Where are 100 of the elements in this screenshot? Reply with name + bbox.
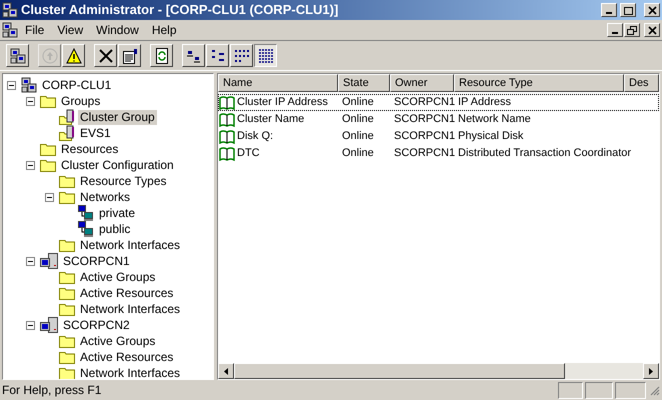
column-header[interactable]: Name (218, 74, 338, 92)
app-icon (2, 2, 18, 18)
tree-item[interactable]: Networks (78, 190, 132, 204)
column-header[interactable]: State (338, 74, 390, 92)
arrow-up-icon (42, 48, 58, 64)
tree-item[interactable]: public (97, 222, 132, 236)
properties-icon (122, 48, 138, 64)
tree-item[interactable]: SCORPCN2 (61, 318, 132, 332)
collapse-icon[interactable] (45, 192, 54, 202)
collapse-icon[interactable] (26, 320, 35, 330)
collapse-icon[interactable] (26, 96, 35, 106)
tree-item[interactable]: SCORPCN1 (61, 254, 132, 268)
status-pane (558, 382, 583, 398)
table-cell-text: Online (342, 112, 374, 128)
delete-icon (98, 48, 114, 64)
collapse-icon[interactable] (7, 80, 16, 90)
folder-icon (59, 334, 75, 348)
refresh-icon (154, 48, 170, 64)
table-row[interactable]: DTC Online SCORPCN1 Distributed Transaction Coordinator (218, 145, 659, 162)
folder-icon (59, 270, 75, 284)
tree-item[interactable]: Cluster Configuration (59, 158, 176, 172)
status-text: For Help, press F1 (2, 382, 102, 399)
column-header[interactable]: Owner (390, 74, 454, 92)
minimize-icon (606, 12, 612, 14)
table-cell-text: Physical Disk (458, 129, 524, 144)
folder-icon (40, 94, 56, 108)
table-cell-text: SCORPCN1 (394, 146, 456, 162)
tree-item[interactable]: EVS1 (78, 126, 113, 140)
folder-icon (59, 366, 75, 379)
tree-item[interactable]: Resources (59, 142, 120, 156)
tree-item[interactable]: Cluster Group (78, 110, 157, 124)
details-icon (258, 48, 274, 64)
collapse-icon[interactable] (26, 256, 35, 266)
network-icon (78, 221, 94, 237)
column-header[interactable]: Des (624, 74, 659, 92)
minimize-button[interactable] (607, 23, 623, 37)
tree-item[interactable]: Active Groups (78, 334, 158, 348)
menu-item[interactable]: Help (146, 21, 183, 39)
table-cell-text: Online (342, 95, 374, 110)
menu-item[interactable]: File (19, 21, 50, 39)
table-cell-text: Online (342, 129, 374, 144)
menu-item[interactable]: Window (90, 21, 145, 39)
table-cell-text: Disk Q: (237, 129, 274, 144)
maximize-button[interactable] (620, 3, 636, 17)
table-cell-text: Network Name (458, 112, 531, 128)
table-cell-text: DTC (237, 146, 260, 162)
table-cell-text: SCORPCN1 (394, 95, 456, 110)
small-icons-icon (210, 48, 226, 64)
status-pane (585, 382, 613, 398)
table-cell-text: Distributed Transaction Coordinator (458, 146, 632, 162)
max-icon (622, 4, 634, 16)
restore-icon (626, 24, 638, 36)
tree-item[interactable]: CORP-CLU1 (40, 78, 114, 92)
scroll-left-icon (224, 368, 228, 374)
folder-icon (59, 238, 75, 252)
tree-item[interactable]: Resource Types (78, 174, 168, 188)
tree-item[interactable]: Network Interfaces (78, 366, 182, 379)
tree-item[interactable]: Groups (59, 94, 102, 108)
horizontal-scrollbar[interactable] (218, 363, 659, 379)
restore-button[interactable] (624, 23, 640, 37)
document-icon (2, 22, 18, 38)
resize-grip-icon[interactable] (648, 384, 660, 396)
close-icon (646, 4, 658, 16)
table-row[interactable]: Cluster IP Address Online SCORPCN1 IP Address (218, 94, 659, 111)
minimize-button[interactable] (601, 3, 617, 17)
folder-icon (59, 174, 75, 188)
tree-item[interactable]: private (97, 206, 138, 220)
column-header[interactable]: Resource Type (454, 74, 624, 92)
table-row[interactable]: Cluster Name Online SCORPCN1 Network Name (218, 111, 659, 128)
tree-item[interactable]: Network Interfaces (78, 238, 182, 252)
window-title: Cluster Administrator - [CORP-CLU1 (CORP-CLU1)] (21, 1, 340, 20)
close-button[interactable] (644, 23, 660, 37)
tree-item[interactable]: Active Resources (78, 286, 176, 300)
table-cell-text: IP Address (458, 95, 511, 110)
table-cell-text: SCORPCN1 (394, 129, 456, 144)
folder-icon (40, 142, 56, 156)
table-cell-text: Online (342, 146, 374, 162)
folder-icon (59, 286, 75, 300)
table-cell-text: SCORPCN1 (394, 112, 456, 128)
collapse-icon[interactable] (26, 160, 35, 170)
tree-item[interactable]: Active Groups (78, 270, 158, 284)
server-group-icon (59, 125, 75, 141)
scroll-right-icon (649, 368, 653, 374)
folder-icon (40, 158, 56, 172)
table-cell-text: Cluster IP Address (237, 95, 328, 110)
menu-item[interactable]: View (51, 21, 90, 39)
status-pane (615, 382, 646, 398)
folder-icon (59, 190, 75, 204)
server-group-icon (59, 109, 75, 125)
tree-item[interactable]: Network Interfaces (78, 302, 182, 316)
table-row[interactable]: Disk Q: Online SCORPCN1 Physical Disk (218, 128, 659, 145)
tree-item[interactable]: Active Resources (78, 350, 176, 364)
network-icon (78, 205, 94, 221)
close-icon (646, 24, 658, 36)
cluster-icon (10, 48, 26, 64)
close-button[interactable] (644, 3, 660, 17)
server-icon (40, 317, 58, 333)
cluster-icon (21, 77, 37, 93)
toolbar-button[interactable] (254, 44, 277, 67)
list-icon (234, 48, 250, 64)
